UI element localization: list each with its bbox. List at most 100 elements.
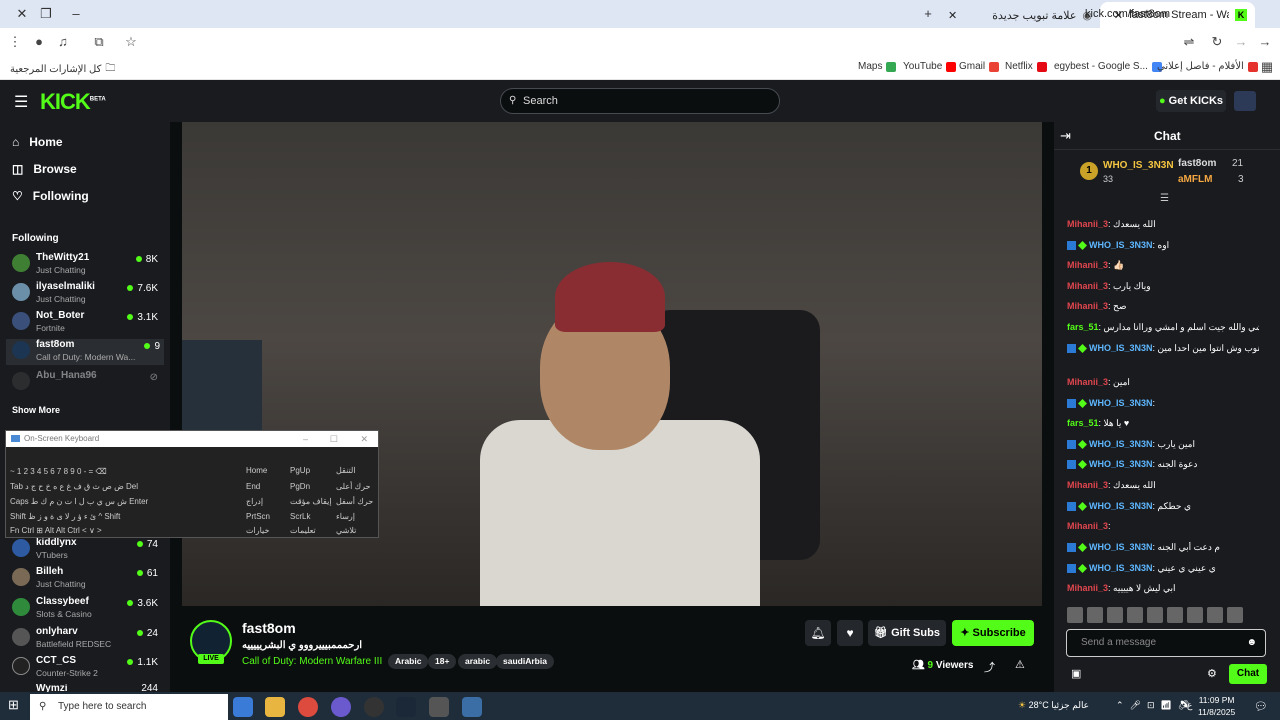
chat-username[interactable]: Mihanii_3	[1067, 480, 1108, 490]
chat-message[interactable]: Mihanii_3:	[1067, 521, 1259, 531]
tab-close-icon[interactable]: ✕	[948, 9, 957, 22]
chat-username[interactable]: Mihanii_3	[1067, 301, 1108, 311]
subscribe-button[interactable]: ✦ Subscribe	[952, 620, 1034, 646]
chat-username[interactable]: Mihanii_3	[1067, 219, 1108, 229]
bookmark-egybest[interactable]: egybest - Google S...	[1054, 61, 1162, 72]
osk-row-bottom[interactable]: Shift ئ ء ؤ ر لا ى ة و ز ظ ^ Shift	[10, 512, 238, 521]
site-settings-icon[interactable]: ⇌	[1180, 33, 1198, 51]
stream-category-link[interactable]: Call of Duty: Modern Warfare III	[242, 656, 382, 667]
tag-18-plus[interactable]: 18+	[428, 654, 457, 669]
minimize-window-icon[interactable]: –	[64, 5, 88, 23]
send-chat-button[interactable]: Chat	[1229, 664, 1267, 684]
windows-start-icon[interactable]: ⊞	[8, 697, 19, 713]
chat-message[interactable]: WHO_IS_3N3N: اوه	[1067, 240, 1259, 251]
language-indicator[interactable]: ع	[1187, 700, 1192, 711]
osk-key-scrlk[interactable]: ScrLk	[290, 512, 310, 521]
chat-username[interactable]: Mihanii_3	[1067, 377, 1108, 387]
osk-minimize-icon[interactable]: –	[303, 431, 308, 447]
chat-message[interactable]: WHO_IS_3N3N: م دعت أبي الجنه	[1067, 542, 1259, 553]
nav-home[interactable]: ⌂ Home	[12, 135, 63, 149]
share-icon[interactable]: ⤴	[984, 659, 995, 675]
osk-key-home[interactable]: Home	[246, 466, 267, 475]
chat-message[interactable]: Mihanii_3: ابي ليش لا هييييه	[1067, 583, 1259, 594]
restore-window-icon[interactable]: ❐	[34, 5, 58, 23]
emote-icon[interactable]	[1167, 607, 1183, 623]
channel-wymzi[interactable]: Wymzi 244	[12, 684, 162, 692]
kick-logo[interactable]: KICKBETA	[40, 89, 106, 115]
top-gifters-banner[interactable]: 1 WHO_IS_3N3N 33 fast8om 21 aMFLM 3	[1070, 154, 1270, 194]
emote-icon[interactable]	[1087, 607, 1103, 623]
on-screen-keyboard-window[interactable]: On-Screen Keyboard ✕ ☐ – ~ 1 2 3 4 5 6 7…	[5, 430, 379, 538]
channel-title[interactable]: fast8om	[242, 620, 296, 636]
hamburger-menu-icon[interactable]: ☰	[14, 92, 28, 112]
chat-username[interactable]: WHO_IS_3N3N	[1089, 398, 1153, 408]
chat-message[interactable]: fars_51: الزينه عيون شي والله جيت اسلم و…	[1067, 322, 1259, 333]
new-tab-icon[interactable]: +	[916, 5, 940, 23]
close-window-icon[interactable]: ✕	[10, 5, 34, 23]
emote-bar[interactable]	[1067, 607, 1267, 625]
channel-onlyharv[interactable]: onlyharv Battlefield REDSEC 24	[12, 626, 162, 652]
osk-key-insert[interactable]: إدراج	[246, 497, 263, 506]
osk-maximize-icon[interactable]: ☐	[330, 431, 338, 447]
chat-username[interactable]: WHO_IS_3N3N	[1089, 240, 1153, 250]
bookmark-gmail[interactable]: Gmail	[959, 61, 1000, 72]
gift-box-icon[interactable]: ▣	[1071, 667, 1081, 680]
user-avatar[interactable]	[1234, 91, 1256, 111]
chat-username[interactable]: WHO_IS_3N3N	[1089, 501, 1153, 511]
chat-username[interactable]: Mihanii_3	[1067, 281, 1108, 291]
osk-key-options[interactable]: خيارات	[246, 526, 269, 535]
chat-username[interactable]: WHO_IS_3N3N	[1089, 343, 1153, 353]
chat-username[interactable]: WHO_IS_3N3N	[1089, 542, 1153, 552]
extensions-icon[interactable]: ⧉	[90, 33, 108, 51]
osk-key-fade[interactable]: تلاشي	[336, 526, 356, 535]
emote-icon[interactable]	[1147, 607, 1163, 623]
chat-username[interactable]: WHO_IS_3N3N	[1089, 439, 1153, 449]
profile-icon[interactable]: ●	[30, 33, 48, 51]
chrome-icon[interactable]	[298, 697, 318, 717]
chat-message[interactable]: WHO_IS_3N3N: دعوة الجنه	[1067, 459, 1259, 470]
bookmark-all-bookmarks[interactable]: كل الإشارات المرجعية 🗀	[10, 61, 115, 78]
chat-username[interactable]: Mihanii_3	[1067, 583, 1108, 593]
emote-icon[interactable]	[1187, 607, 1203, 623]
osk-key-move-down[interactable]: حرك أسفل	[336, 497, 373, 506]
chat-username[interactable]: fars_51	[1067, 418, 1099, 428]
bookmark-maps[interactable]: Maps	[858, 61, 897, 72]
chat-message[interactable]: fars_51: يا هلا ♥	[1067, 418, 1259, 429]
osk-row-modifiers[interactable]: Fn Ctrl ⊞ Alt Alt Ctrl < ∨ >	[10, 526, 238, 535]
osk-key-pgdn[interactable]: PgDn	[290, 482, 310, 491]
reload-icon[interactable]: ↻	[1208, 33, 1226, 51]
osk-close-icon[interactable]: ✕	[360, 431, 368, 447]
chat-message[interactable]: Mihanii_3: 👍🏻	[1067, 260, 1259, 271]
show-more-button[interactable]: Show More	[12, 405, 60, 415]
gift-subs-button[interactable]: 🎁︎ Gift Subs	[868, 620, 946, 646]
chat-message[interactable]: Mihanii_3: الله يسعدك	[1067, 480, 1259, 491]
chat-username[interactable]: WHO_IS_3N3N	[1089, 459, 1153, 469]
bookmark-netflix[interactable]: Netflix	[1005, 61, 1047, 72]
taskbar-clock[interactable]: 11:09 PM 11/8/2025	[1198, 694, 1235, 718]
osk-key-move-up[interactable]: حرك أعلى	[336, 482, 371, 491]
bookmark-youtube[interactable]: YouTube	[903, 61, 957, 72]
tag-arabic-lower[interactable]: arabic	[458, 654, 498, 669]
emote-icon[interactable]	[1107, 607, 1123, 623]
obs-icon[interactable]	[364, 697, 384, 717]
chat-username[interactable]: WHO_IS_3N3N	[1089, 563, 1153, 573]
emote-icon[interactable]	[1207, 607, 1223, 623]
osk-row-home[interactable]: Caps ش س ي ب ل ا ت ن م ك ط Enter	[10, 497, 238, 506]
channel-billeh[interactable]: Billeh Just Chatting 61	[12, 566, 162, 592]
channel-cct-cs[interactable]: CCT_CS Counter-Strike 2 1.1K	[12, 655, 162, 681]
nav-browse[interactable]: ◫ Browse	[12, 162, 77, 176]
chat-message[interactable]: WHO_IS_3N3N: ي عيني ي عيني	[1067, 563, 1259, 574]
weather-widget[interactable]: ☀ 28°C عالم جزئيا	[1018, 700, 1089, 711]
discord-icon[interactable]	[331, 697, 351, 717]
follow-heart-button[interactable]: ♥	[837, 620, 863, 646]
emote-icon[interactable]	[1227, 607, 1243, 623]
chat-message[interactable]: WHO_IS_3N3N: ي حطكم	[1067, 501, 1259, 512]
osk-key-end[interactable]: End	[246, 482, 260, 491]
chat-message[interactable]: WHO_IS_3N3N: جنوب وش انتوا مين احدا مين	[1067, 343, 1259, 354]
steam-icon[interactable]	[396, 697, 416, 717]
chat-message[interactable]: Mihanii_3: الله يسعدك	[1067, 219, 1259, 230]
get-kicks-button[interactable]: ● Get KICKs	[1156, 90, 1226, 112]
emote-icon[interactable]	[1067, 607, 1083, 623]
osk-key-pause[interactable]: إيقاف مؤقت	[290, 497, 332, 506]
channel-thewitty21[interactable]: TheWitty21 Just Chatting 8K	[12, 252, 162, 278]
